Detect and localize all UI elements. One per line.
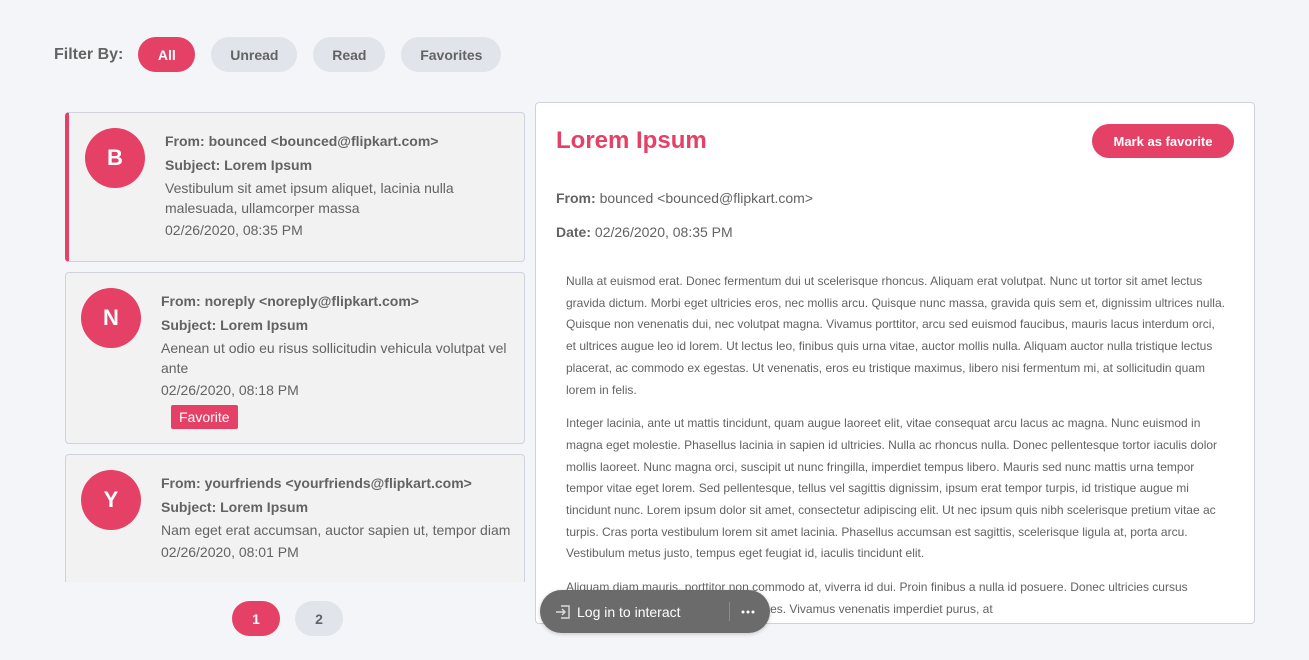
email-detail-date: Date: 02/26/2020, 08:35 PM <box>556 224 733 240</box>
avatar: N <box>81 288 141 348</box>
login-icon <box>556 604 570 619</box>
email-list-item[interactable]: Y From: yourfriends <yourfriends@flipkar… <box>65 454 525 582</box>
filter-read-button[interactable]: Read <box>313 37 386 72</box>
email-date: 02/26/2020, 08:18 PM <box>161 382 299 398</box>
email-from: From: yourfriends <yourfriends@flipkart.… <box>161 475 472 491</box>
email-detail-from: From: bounced <bounced@flipkart.com> <box>556 190 814 206</box>
pagination: 1 2 <box>232 601 358 636</box>
filter-favorites-button[interactable]: Favorites <box>401 37 502 72</box>
body-paragraph: Integer lacinia, ante ut mattis tincidun… <box>566 416 1218 561</box>
email-preview: Aenean ut odio eu risus sollicitudin veh… <box>161 340 507 376</box>
email-list[interactable]: B From: bounced <bounced@flipkart.com> S… <box>65 112 525 582</box>
email-subject: Subject: Lorem Ipsum <box>165 157 313 173</box>
page-1-button[interactable]: 1 <box>232 601 280 636</box>
divider <box>729 602 730 621</box>
email-from: From: bounced <bounced@flipkart.com> <box>165 133 439 149</box>
favorite-badge: Favorite <box>171 405 238 429</box>
filter-bar: Filter By: All Unread Read Favorites <box>54 37 517 72</box>
filter-label: Filter By: <box>54 45 124 63</box>
email-summary: From: yourfriends <yourfriends@flipkart.… <box>161 473 511 562</box>
email-date: 02/26/2020, 08:01 PM <box>161 544 299 560</box>
login-text[interactable]: Log in to interact <box>577 604 681 620</box>
filter-unread-button[interactable]: Unread <box>211 37 298 72</box>
more-icon[interactable] <box>740 604 756 620</box>
mark-as-favorite-button[interactable]: Mark as favorite <box>1092 124 1234 158</box>
email-summary: From: noreply <noreply@flipkart.com> Sub… <box>161 291 511 429</box>
email-preview: Nam eget erat accumsan, auctor sapien ut… <box>161 522 511 538</box>
email-preview: Vestibulum sit amet ipsum aliquet, lacin… <box>165 180 454 216</box>
email-detail-title: Lorem Ipsum <box>556 127 707 154</box>
page-2-button[interactable]: 2 <box>295 601 343 636</box>
email-detail-panel: Lorem Ipsum Mark as favorite From: bounc… <box>535 102 1255 624</box>
email-list-item[interactable]: N From: noreply <noreply@flipkart.com> S… <box>65 272 525 444</box>
email-subject: Subject: Lorem Ipsum <box>161 317 309 333</box>
email-list-item[interactable]: B From: bounced <bounced@flipkart.com> S… <box>65 112 525 262</box>
email-summary: From: bounced <bounced@flipkart.com> Sub… <box>165 131 515 240</box>
body-paragraph: Nulla at euismod erat. Donec fermentum d… <box>566 274 1225 397</box>
avatar: B <box>85 128 145 188</box>
email-from: From: noreply <noreply@flipkart.com> <box>161 293 419 309</box>
login-overlay[interactable]: Log in to interact <box>540 590 770 633</box>
email-subject: Subject: Lorem Ipsum <box>161 499 309 515</box>
filter-all-button[interactable]: All <box>138 37 196 72</box>
email-date: 02/26/2020, 08:35 PM <box>165 222 303 238</box>
email-detail-body: Nulla at euismod erat. Donec fermentum d… <box>566 271 1226 623</box>
avatar: Y <box>81 470 141 530</box>
